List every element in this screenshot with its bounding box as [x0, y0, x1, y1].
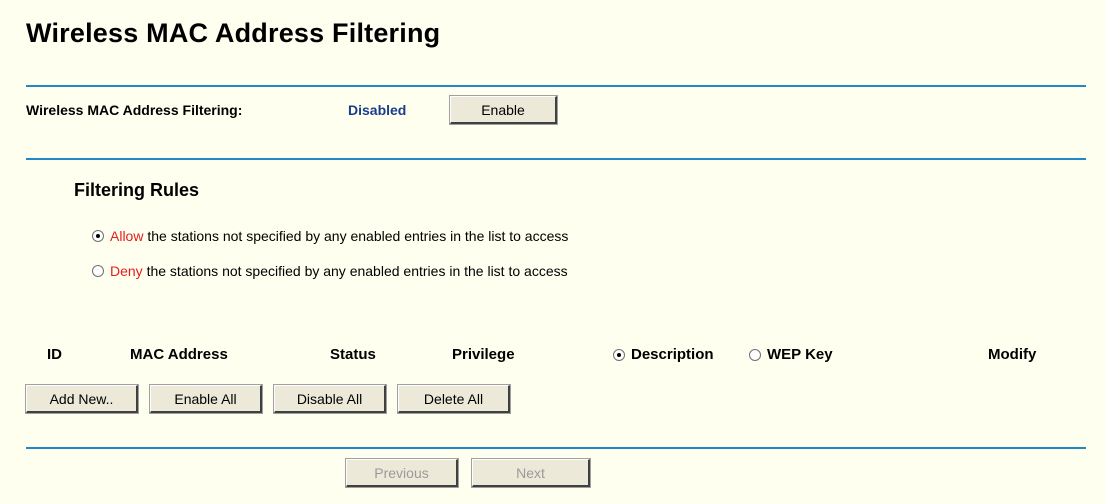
filtering-status-row: Wireless MAC Address Filtering: Disabled…	[26, 95, 726, 125]
pager: Previous Next	[345, 458, 591, 488]
filtering-status-value: Disabled	[348, 102, 407, 118]
filtering-rules-title: Filtering Rules	[74, 180, 200, 200]
allow-rule-text: the stations not specified by any enable…	[143, 228, 569, 244]
column-header-wep-key-option[interactable]: WEP Key	[749, 346, 833, 363]
filtering-label: Wireless MAC Address Filtering:	[26, 102, 243, 118]
deny-rule-text: the stations not specified by any enable…	[142, 263, 568, 279]
action-buttons: Add New.. Enable All Disable All Delete …	[25, 384, 511, 414]
column-header-privilege: Privilege	[452, 346, 515, 363]
disable-all-button[interactable]: Disable All	[273, 384, 387, 414]
add-new-button[interactable]: Add New..	[25, 384, 139, 414]
wep-key-radio[interactable]	[749, 348, 761, 361]
allow-keyword: Allow	[110, 228, 144, 244]
column-header-mac-address: MAC Address	[130, 346, 228, 363]
column-header-wep-key: WEP Key	[767, 346, 833, 363]
divider	[26, 85, 1086, 87]
column-header-description-option[interactable]: Description	[613, 346, 714, 363]
deny-keyword: Deny	[110, 263, 143, 279]
description-radio[interactable]	[613, 348, 625, 361]
previous-button[interactable]: Previous	[345, 458, 459, 488]
divider	[26, 447, 1086, 449]
enable-all-button[interactable]: Enable All	[149, 384, 263, 414]
delete-all-button[interactable]: Delete All	[397, 384, 511, 414]
column-header-id: ID	[47, 346, 62, 363]
allow-radio[interactable]	[92, 230, 104, 242]
deny-rule-option[interactable]: Deny the stations not specified by any e…	[92, 263, 568, 279]
column-header-description: Description	[631, 346, 714, 363]
column-header-status: Status	[330, 346, 376, 363]
divider	[26, 158, 1086, 160]
column-header-modify: Modify	[988, 346, 1037, 363]
enable-button[interactable]: Enable	[449, 95, 558, 125]
next-button[interactable]: Next	[471, 458, 591, 488]
allow-rule-option[interactable]: Allow the stations not specified by any …	[92, 228, 568, 244]
deny-radio[interactable]	[92, 265, 104, 277]
page-title: Wireless MAC Address Filtering	[26, 18, 441, 48]
